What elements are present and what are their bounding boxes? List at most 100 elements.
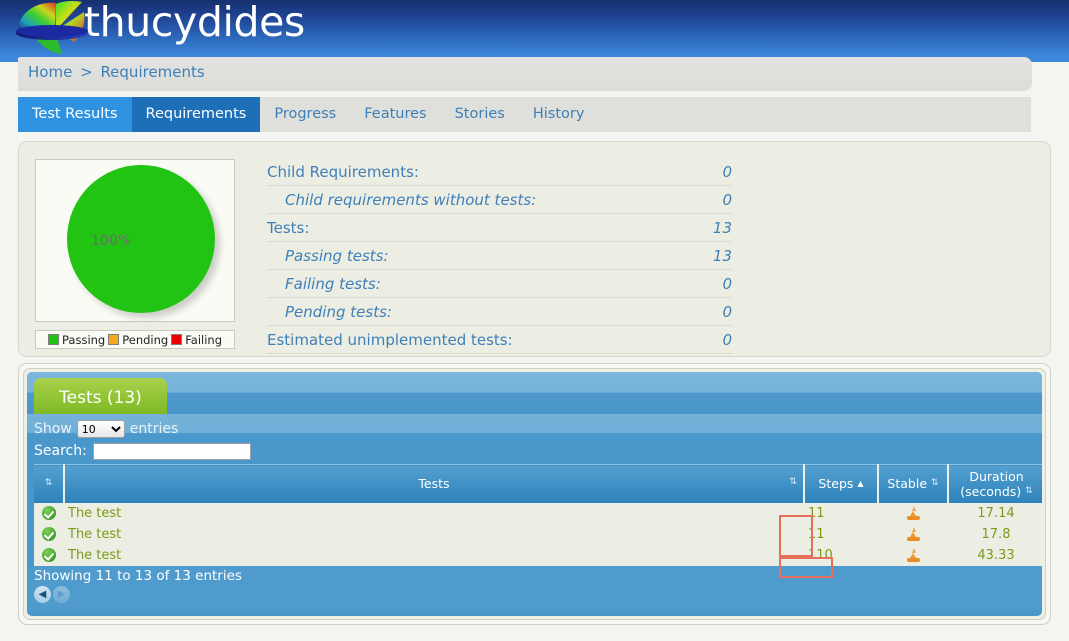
table-footer: Showing 11 to 13 of 13 entries ◀ ▶ (27, 565, 1042, 610)
stat-row-estimated-unimplemented-tests: Estimated unimplemented tests: 0 (267, 326, 732, 354)
table-row[interactable]: The test 11 17.8 (34, 523, 1042, 545)
table-row[interactable]: The test 11 17.14 (34, 502, 1042, 524)
stat-row-child-requirements-without-tests: Child requirements without tests: 0 (267, 186, 732, 214)
summary-card: 100% Passing Pending Failing Child Requi… (18, 141, 1051, 357)
green-check-icon (42, 548, 56, 562)
tab-stories[interactable]: Stories (441, 97, 519, 132)
search-label: Search: (34, 443, 87, 459)
tab-features[interactable]: Features (350, 97, 440, 132)
tab-progress[interactable]: Progress (260, 97, 350, 132)
legend-item-passing: Passing (48, 333, 105, 347)
row-test-name: The test (64, 502, 804, 524)
tests-table: ⇅ Tests ⇅ Steps ▲ Stable ⇅ Duration (sec… (34, 464, 1042, 566)
stat-row-passing-tests: Passing tests: 13 (267, 242, 732, 270)
pagination-previous-button[interactable]: ◀ (34, 585, 51, 603)
stat-value: 0 (722, 274, 732, 293)
row-test-name: The test (64, 544, 804, 566)
search-input[interactable] (92, 442, 251, 460)
pie-percent-label: 100% (91, 233, 132, 249)
column-label-stable: Stable (887, 476, 928, 492)
traffic-cone-icon (906, 547, 920, 563)
row-duration: 17.14 (948, 502, 1042, 524)
sort-ascending-icon: ▲ (857, 478, 864, 488)
stat-label: Child requirements without tests: (285, 190, 537, 209)
column-header-status[interactable]: ⇅ (34, 464, 65, 503)
traffic-cone-icon (906, 505, 920, 521)
stat-row-pending-tests: Pending tests: 0 (267, 298, 732, 326)
length-control: Show 10 25 50 100 entries (34, 418, 1042, 440)
main-tab-bar: Test Results Requirements Progress Features… (18, 97, 1031, 132)
legend-swatch-passing-icon (48, 334, 59, 345)
column-label-duration: Duration (969, 468, 1024, 484)
results-pie-chart: 100% (35, 159, 235, 322)
tests-table-header-row: ⇅ Tests ⇅ Steps ▲ Stable ⇅ Duration (sec… (34, 464, 1042, 503)
sort-icon: ⇅ (44, 478, 53, 489)
pie-legend: Passing Pending Failing (35, 330, 235, 349)
stat-label: Failing tests: (285, 274, 381, 293)
row-stable-cell (878, 544, 948, 566)
test-results-panel-inner: Tests (13) Show 10 25 50 100 entries Sea… (23, 368, 1046, 620)
tests-table-body: The test 11 17.14 The test 11 17.8 The t… (34, 502, 1042, 566)
stat-value: 0 (722, 190, 732, 209)
row-duration: 17.8 (948, 523, 1042, 545)
rainbow-fan-logo-icon (12, 0, 88, 56)
legend-label-failing: Failing (185, 332, 222, 347)
stat-label: Child Requirements: (267, 162, 419, 181)
entries-label: entries (129, 421, 179, 437)
column-header-steps[interactable]: Steps ▲ (804, 464, 879, 503)
page-length-select[interactable]: 10 25 50 100 (76, 420, 125, 438)
table-pagination: ◀ ▶ (34, 585, 1042, 603)
stat-label: Pending tests: (285, 302, 392, 321)
table-row[interactable]: The test 110 43.33 (34, 544, 1042, 566)
brand-title: thucydides (84, 0, 305, 46)
results-tabstrip: Tests (13) (27, 372, 1042, 420)
app-header: thucydides (0, 0, 1069, 62)
row-test-name: The test (64, 523, 804, 545)
legend-item-pending: Pending (108, 333, 168, 347)
sort-icon: ⇅ (1025, 485, 1033, 496)
tests-table-head: ⇅ Tests ⇅ Steps ▲ Stable ⇅ Duration (sec… (34, 464, 1042, 503)
row-stable-cell (878, 523, 948, 545)
stat-value: 0 (722, 162, 732, 181)
stat-value: 0 (722, 302, 732, 321)
stat-row-child-requirements: Child Requirements: 0 (267, 158, 732, 186)
green-check-icon (42, 527, 56, 541)
tab-history[interactable]: History (519, 97, 599, 132)
stat-value: 0 (722, 330, 732, 349)
row-steps: 11 (804, 502, 878, 524)
stat-value: 13 (712, 246, 732, 265)
row-stable-cell (878, 502, 948, 524)
summary-stats-list: Child Requirements: 0 Child requirements… (267, 158, 732, 354)
pagination-next-button[interactable]: ▶ (53, 585, 70, 603)
row-steps: 110 (804, 544, 878, 566)
stat-label: Passing tests: (285, 246, 389, 265)
search-control: Search: (34, 440, 1042, 462)
tab-test-results[interactable]: Test Results (18, 97, 132, 132)
stat-row-failing-tests: Failing tests: 0 (267, 270, 732, 298)
row-duration: 43.33 (948, 544, 1042, 566)
breadcrumb-current[interactable]: Requirements (100, 63, 204, 81)
traffic-cone-icon (906, 526, 920, 542)
legend-swatch-pending-icon (108, 334, 120, 345)
test-results-panel: Tests (13) Show 10 25 50 100 entries Sea… (18, 363, 1051, 625)
column-header-duration[interactable]: Duration (seconds) ⇅ (948, 464, 1042, 503)
column-header-stable[interactable]: Stable ⇅ (878, 464, 949, 503)
column-header-tests[interactable]: Tests ⇅ (64, 464, 805, 503)
breadcrumb-separator: > (80, 63, 93, 81)
row-status-cell (34, 523, 64, 545)
table-info-label: Showing 11 to 13 of 13 entries (34, 567, 242, 584)
show-label: Show (34, 421, 72, 437)
results-panel-body: Show 10 25 50 100 entries Search: (27, 414, 1042, 610)
legend-swatch-failing-icon (171, 334, 183, 345)
row-steps: 11 (804, 523, 878, 545)
column-label-duration-unit: (seconds) (960, 483, 1022, 499)
tab-requirements[interactable]: Requirements (131, 97, 261, 132)
row-status-cell (34, 502, 64, 524)
test-results-panel-blue: Tests (13) Show 10 25 50 100 entries Sea… (27, 372, 1042, 616)
stat-label: Tests: (267, 218, 310, 237)
sort-icon: ⇅ (931, 478, 939, 489)
column-label-tests: Tests (418, 476, 450, 492)
stat-label: Estimated unimplemented tests: (267, 330, 513, 349)
breadcrumb-home-link[interactable]: Home (28, 63, 72, 81)
legend-item-failing: Failing (171, 333, 222, 347)
